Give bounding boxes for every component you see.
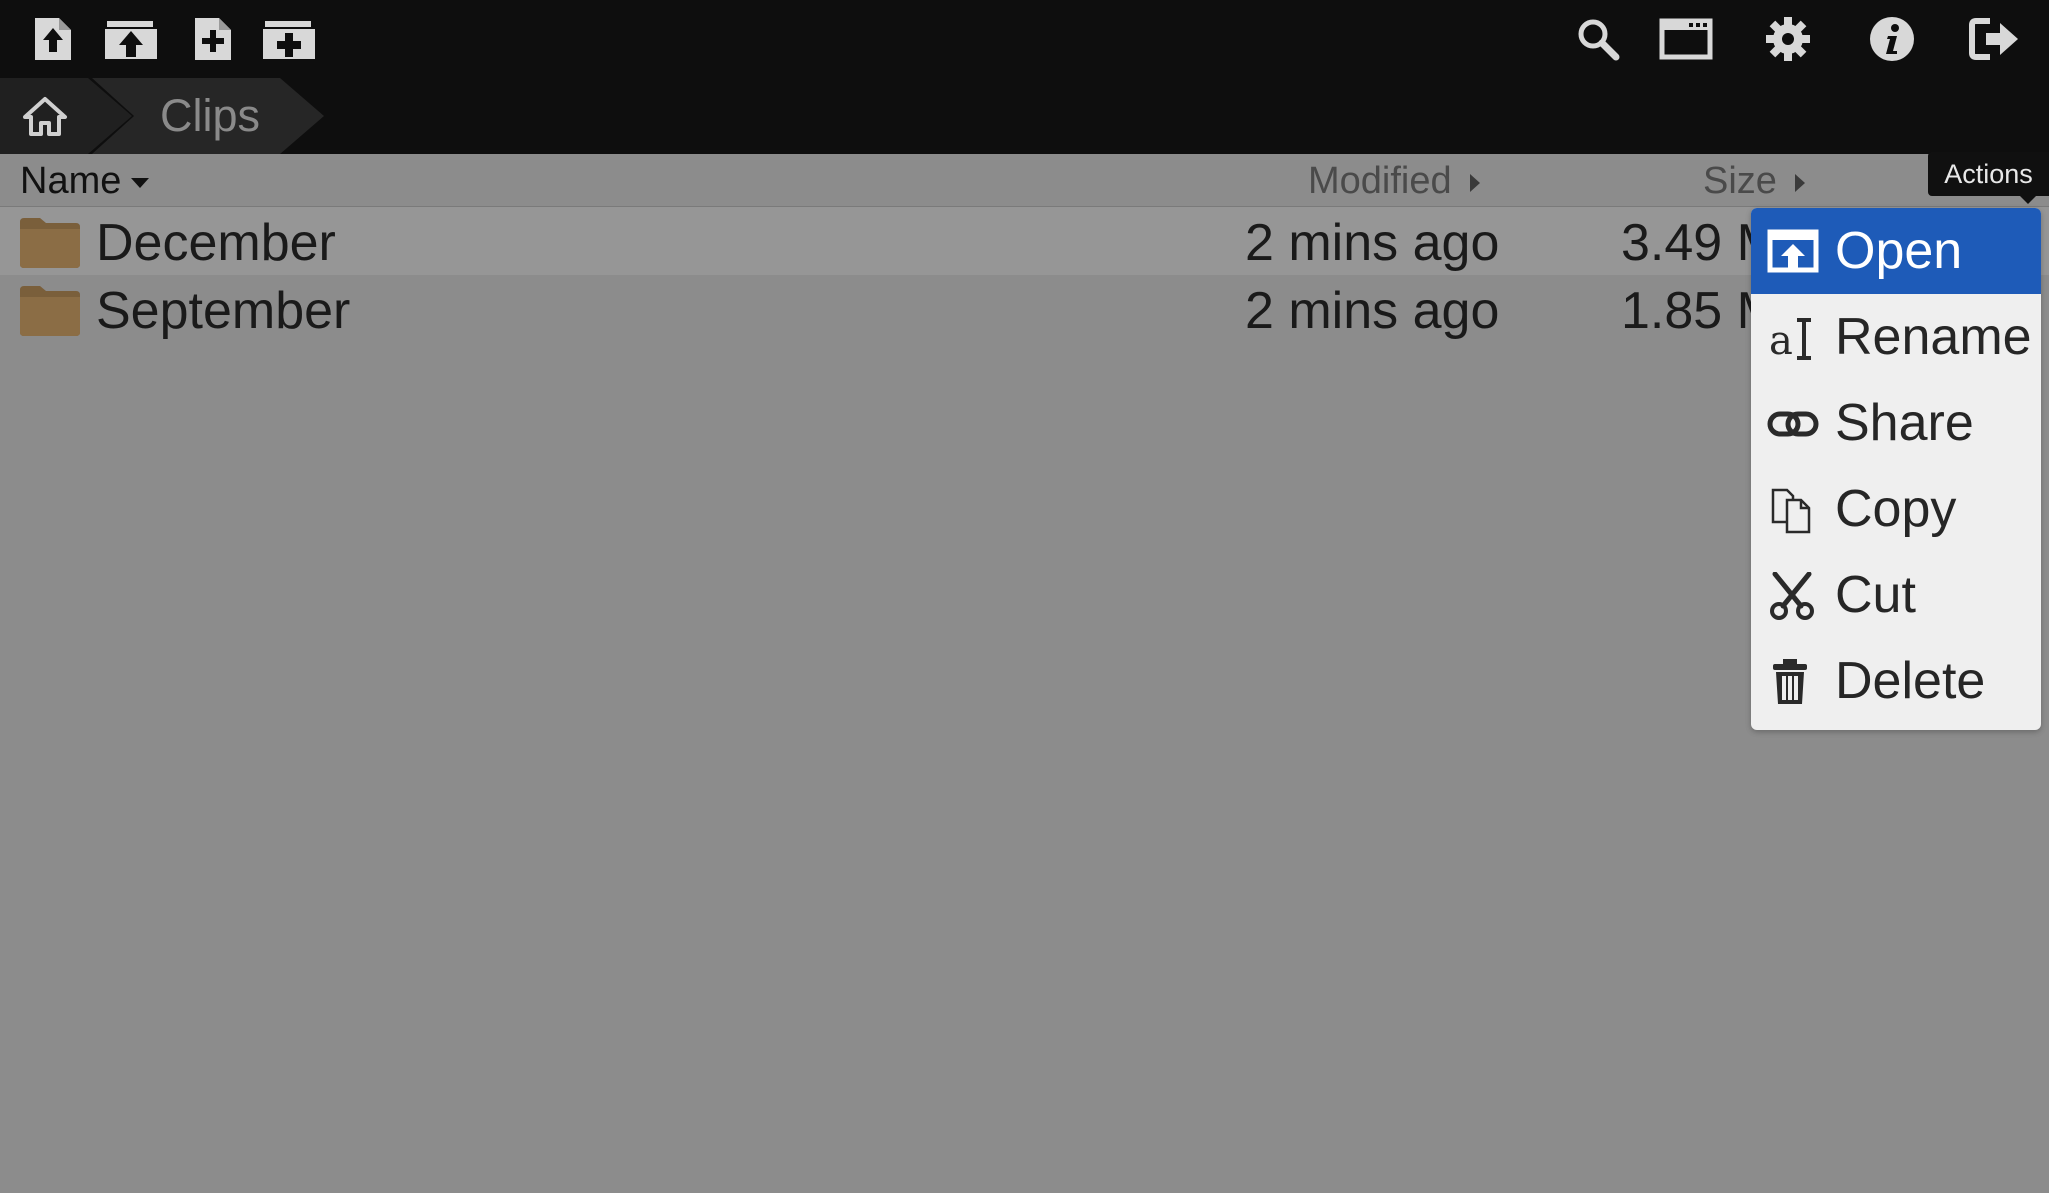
column-header-name[interactable]: Name <box>20 158 150 204</box>
logout-icon <box>1969 18 2018 60</box>
sort-desc-icon <box>131 177 150 188</box>
menu-item-open[interactable]: Open <box>1751 208 2041 294</box>
column-header-size[interactable]: Size <box>1703 158 1805 204</box>
logout-button[interactable] <box>1964 8 2026 70</box>
upload-folder-button[interactable] <box>100 8 162 70</box>
menu-item-label: Share <box>1835 394 1974 452</box>
tooltip-text: Actions <box>1944 159 2033 189</box>
file-modified: 2 mins ago <box>1245 282 1500 340</box>
menu-item-label: Cut <box>1835 566 1916 624</box>
file-name: December <box>96 214 336 272</box>
list-header: Name Modified Size <box>0 154 2049 208</box>
settings-button[interactable] <box>1757 8 1819 70</box>
new-file-button[interactable] <box>182 8 244 70</box>
actions-tooltip: Actions <box>1928 152 2049 204</box>
folder-icon <box>20 286 80 336</box>
new-file-icon <box>195 18 231 60</box>
menu-item-share[interactable]: Share <box>1751 380 2041 466</box>
search-button[interactable] <box>1567 8 1629 70</box>
menu-item-delete[interactable]: Delete <box>1751 638 2041 724</box>
upload-file-icon <box>35 18 71 60</box>
svg-text:a: a <box>1769 318 1793 362</box>
new-folder-button[interactable] <box>258 8 320 70</box>
top-toolbar <box>0 0 2049 78</box>
sort-arrow-icon <box>1794 173 1805 192</box>
upload-folder-icon <box>105 21 157 59</box>
actions-context-menu: Open a Rename Share Copy Cut Delete <box>1751 208 2041 730</box>
breadcrumb: Clips <box>0 78 2049 154</box>
info-icon <box>1870 17 1914 61</box>
column-header-label: Size <box>1703 160 1777 202</box>
menu-item-copy[interactable]: Copy <box>1751 466 2041 552</box>
menu-item-label: Rename <box>1835 308 2032 366</box>
column-header-label: Name <box>20 160 122 202</box>
link-icon <box>1767 411 1819 437</box>
folder-icon <box>20 218 80 268</box>
file-name: September <box>96 282 351 340</box>
search-icon <box>1578 19 1620 61</box>
home-icon <box>23 97 67 136</box>
file-row[interactable]: December 2 mins ago 3.49 M <box>0 207 2049 275</box>
scissors-icon <box>1770 572 1814 620</box>
window-toggle-button[interactable] <box>1655 8 1717 70</box>
gear-icon <box>1766 17 1810 61</box>
open-icon <box>1767 229 1819 273</box>
file-modified: 2 mins ago <box>1245 214 1500 272</box>
menu-item-label: Open <box>1835 222 1963 280</box>
column-header-label: Modified <box>1308 160 1452 202</box>
breadcrumb-label: Clips <box>160 90 261 141</box>
copy-icon <box>1771 488 1811 534</box>
sort-arrow-icon <box>1469 173 1480 192</box>
menu-item-cut[interactable]: Cut <box>1751 552 2041 638</box>
upload-file-button[interactable] <box>22 8 84 70</box>
column-header-modified[interactable]: Modified <box>1308 158 1480 204</box>
file-manager-app: Clips Name Modified Size December 2 mins… <box>0 0 2049 1193</box>
new-folder-icon <box>263 21 315 59</box>
menu-item-label: Delete <box>1835 652 1986 710</box>
info-button[interactable] <box>1861 8 1923 70</box>
file-row[interactable]: September 2 mins ago 1.85 M <box>0 275 2049 343</box>
window-icon <box>1659 18 1713 60</box>
menu-item-rename[interactable]: a Rename <box>1751 294 2041 380</box>
menu-item-label: Copy <box>1835 480 1957 538</box>
trash-icon <box>1773 659 1807 704</box>
rename-icon: a <box>1769 318 1811 362</box>
